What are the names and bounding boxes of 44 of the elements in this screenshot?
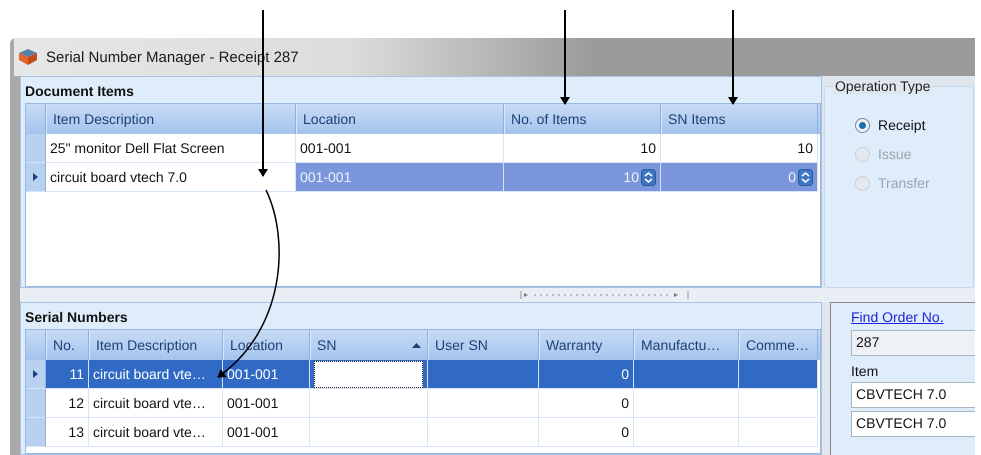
table-cell: circuit board vtech 7.0 xyxy=(50,169,187,185)
table-cell: 11 xyxy=(69,366,84,382)
table-cell: 001-001 xyxy=(300,140,352,156)
table-cell: 13 xyxy=(68,424,84,440)
item-field[interactable]: CBVTECH 7.0 xyxy=(851,411,975,437)
spin-buttons-icon[interactable] xyxy=(798,168,813,186)
panel-title: Serial Numbers xyxy=(24,308,129,327)
column-header[interactable]: Location xyxy=(296,104,504,134)
current-row-icon xyxy=(33,173,38,181)
table-cell: 0 xyxy=(621,395,629,411)
column-header[interactable]: No. of Items xyxy=(504,104,661,134)
table-cell: 25" monitor Dell Flat Screen xyxy=(50,140,225,156)
table-row[interactable]: 13 circuit board vte… 001-001 0 xyxy=(26,418,820,447)
find-order-link[interactable]: Find Order No. xyxy=(851,307,944,327)
table-cell: 10 xyxy=(640,140,656,156)
order-number-field[interactable]: 287 xyxy=(851,330,975,356)
table-cell: circuit board vte… xyxy=(93,424,206,440)
table-row[interactable]: circuit board vtech 7.0 001-001 10 0 xyxy=(26,163,820,192)
table-cell: circuit board vte… xyxy=(93,366,206,382)
table-row[interactable]: 11 circuit board vte… 001-001 0 xyxy=(26,360,820,389)
column-header[interactable]: Item Description xyxy=(46,104,296,134)
item-field[interactable]: CBVTECH 7.0 xyxy=(851,382,975,408)
table-cell: 001-001 xyxy=(227,395,278,411)
table-cell: 001-001 xyxy=(227,424,278,440)
panel-title: Document Items xyxy=(24,82,135,101)
serial-number-input[interactable] xyxy=(314,360,423,388)
app-logo-icon xyxy=(18,48,38,66)
table-cell: 10 xyxy=(797,140,813,156)
column-header[interactable]: SN Items xyxy=(661,104,818,134)
table-cell: 0 xyxy=(621,366,629,382)
table-cell: 12 xyxy=(68,395,84,411)
group-title: Operation Type xyxy=(833,78,932,94)
current-row-icon xyxy=(33,370,38,378)
splitter-handle[interactable] xyxy=(520,290,690,300)
table-cell: 001-001 xyxy=(300,169,352,185)
spin-buttons-icon[interactable] xyxy=(641,168,656,186)
table-row[interactable]: 12 circuit board vte… 001-001 0 xyxy=(26,389,820,418)
table-cell: 10 xyxy=(623,169,639,185)
table-cell: 0 xyxy=(788,169,796,185)
radio-button[interactable]: Receipt xyxy=(825,117,973,133)
table-cell: 0 xyxy=(621,424,629,440)
table-cell: circuit board vte… xyxy=(93,395,206,411)
item-label: Item xyxy=(851,362,880,379)
table-cell: 001-001 xyxy=(227,366,278,382)
